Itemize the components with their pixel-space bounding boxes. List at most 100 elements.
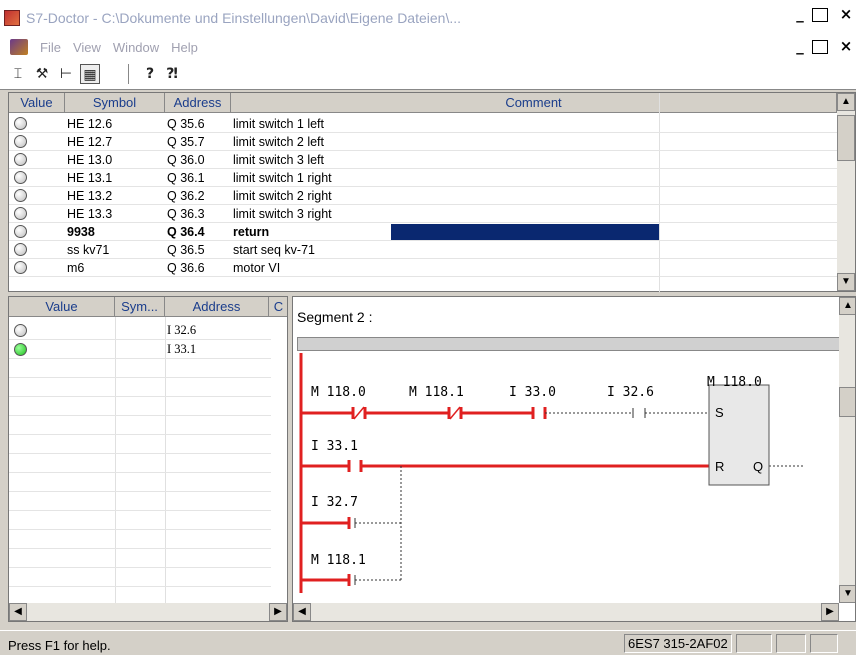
symbol-table-panel: Value Symbol Address Comment HE 12.6 Q 3… xyxy=(8,92,856,293)
column-header-value[interactable]: Value xyxy=(9,297,115,317)
context-help-icon[interactable]: ⁈ xyxy=(162,64,182,84)
symbol-cell: HE 12.6 xyxy=(67,117,113,131)
address-cell: Q 36.6 xyxy=(167,261,205,275)
status-bar: Press F1 for help. 6ES7 315-2AF02 xyxy=(0,630,856,655)
window-title: S7-Doctor - C:\Dokumente und Einstellung… xyxy=(26,10,462,26)
status-led-icon xyxy=(14,135,27,148)
comment-cell: start seq kv-71 xyxy=(233,243,315,257)
symbol-cell: HE 13.2 xyxy=(67,189,113,203)
status-pane xyxy=(776,634,806,653)
list-item[interactable]: I 33.1 xyxy=(9,340,271,359)
comment-cell: limit switch 1 left xyxy=(233,117,324,131)
list-item xyxy=(9,530,271,549)
mdi-restore-button[interactable] xyxy=(812,40,828,54)
table-row[interactable]: ss kv71 Q 36.5 start seq kv-71 xyxy=(9,241,837,259)
module-icon[interactable]: ▦ xyxy=(80,64,100,84)
text-cursor-icon[interactable]: ⌶ xyxy=(8,64,28,84)
table-row[interactable]: HE 12.7 Q 35.7 limit switch 2 left xyxy=(9,133,837,151)
symbol-cell: HE 12.7 xyxy=(67,135,113,149)
status-led-on-icon xyxy=(14,343,27,356)
scroll-up-arrow-icon[interactable]: ▲ xyxy=(839,297,855,315)
column-header-symbol[interactable]: Symbol xyxy=(65,93,165,113)
address-cell: Q 35.6 xyxy=(167,117,205,131)
list-item xyxy=(9,397,271,416)
ladder-diagram xyxy=(299,353,803,593)
mdi-close-button[interactable]: × xyxy=(836,38,856,56)
document-icon[interactable] xyxy=(10,39,28,55)
address-cell: Q 36.5 xyxy=(167,243,205,257)
scroll-left-arrow-icon[interactable]: ◀ xyxy=(293,603,311,621)
ladder-diagram-panel: Segment 2 : M 118.0 M 118.1 I 33.0 I 32.… xyxy=(292,296,856,622)
column-header-symbol[interactable]: Sym... xyxy=(115,297,165,317)
scroll-up-arrow-icon[interactable]: ▲ xyxy=(837,93,855,111)
status-led-icon xyxy=(14,225,27,238)
table-row[interactable]: m6 Q 36.6 motor VI xyxy=(9,259,837,277)
horizontal-scrollbar[interactable]: ◀ ▶ xyxy=(9,603,287,621)
column-header-comment[interactable]: Comment xyxy=(231,93,837,113)
list-item xyxy=(9,511,271,530)
vertical-scrollbar[interactable]: ▲ ▼ xyxy=(839,297,855,603)
table-row[interactable]: HE 13.2 Q 36.2 limit switch 2 right xyxy=(9,187,837,205)
status-led-icon xyxy=(14,189,27,202)
list-item xyxy=(9,454,271,473)
scroll-right-arrow-icon[interactable]: ▶ xyxy=(269,603,287,621)
minimize-button[interactable]: _ xyxy=(790,6,810,24)
address-cell: Q 36.1 xyxy=(167,171,205,185)
comment-cell: limit switch 1 right xyxy=(233,171,332,185)
address-cell: Q 36.2 xyxy=(167,189,205,203)
table-row-selected[interactable]: 9938 Q 36.4 return xyxy=(9,223,837,241)
list-item xyxy=(9,473,271,492)
title-bar[interactable]: S7-Doctor - C:\Dokumente und Einstellung… xyxy=(0,0,856,36)
list-item xyxy=(9,568,271,587)
status-led-icon xyxy=(14,261,27,274)
column-header-address[interactable]: Address xyxy=(165,93,231,113)
table-row[interactable]: HE 13.0 Q 36.0 limit switch 3 left xyxy=(9,151,837,169)
comment-cell: limit switch 2 left xyxy=(233,135,324,149)
list-item xyxy=(9,435,271,454)
symbol-cell: 9938 xyxy=(67,225,95,239)
column-header-value[interactable]: Value xyxy=(9,93,65,113)
column-header-comment[interactable]: C xyxy=(269,297,287,317)
vertical-scrollbar[interactable]: ▲ ▼ xyxy=(837,93,855,291)
comment-cell: limit switch 3 left xyxy=(233,153,324,167)
menu-file[interactable]: File xyxy=(40,40,61,55)
scroll-down-arrow-icon[interactable]: ▼ xyxy=(839,585,855,603)
table-row[interactable]: HE 12.6 Q 35.6 limit switch 1 left xyxy=(9,115,837,133)
menu-view[interactable]: View xyxy=(73,40,101,55)
toolbar-separator xyxy=(128,64,130,84)
close-button[interactable]: × xyxy=(836,6,856,24)
menu-bar: File View Window Help _ × xyxy=(0,36,856,58)
table-row[interactable]: HE 13.3 Q 36.3 limit switch 3 right xyxy=(9,205,837,223)
symbol-cell: HE 13.0 xyxy=(67,153,113,167)
contact-label: M 118.1 xyxy=(311,553,366,568)
list-item xyxy=(9,492,271,511)
status-led-icon xyxy=(14,243,27,256)
status-pane xyxy=(736,634,772,653)
selection-highlight xyxy=(391,224,659,240)
horizontal-scrollbar[interactable]: ◀ ▶ xyxy=(293,603,839,621)
list-item[interactable]: I 32.6 xyxy=(9,321,271,340)
address-cell: Q 36.4 xyxy=(167,225,205,239)
scroll-left-arrow-icon[interactable]: ◀ xyxy=(9,603,27,621)
column-header-address[interactable]: Address xyxy=(165,297,269,317)
mdi-minimize-button[interactable]: _ xyxy=(790,38,810,56)
comment-cell: limit switch 3 right xyxy=(233,207,332,221)
menu-help[interactable]: Help xyxy=(171,40,198,55)
segment-comment-bar[interactable] xyxy=(297,337,841,351)
symbol-cell: m6 xyxy=(67,261,85,275)
scroll-thumb[interactable] xyxy=(839,387,855,417)
menu-window[interactable]: Window xyxy=(113,40,159,55)
comment-cell: limit switch 2 right xyxy=(233,189,332,203)
scroll-thumb[interactable] xyxy=(837,115,855,161)
table-row[interactable]: HE 13.1 Q 36.1 limit switch 1 right xyxy=(9,169,837,187)
settings-tool-icon[interactable]: ⚒ xyxy=(32,64,52,84)
app-icon[interactable] xyxy=(4,10,20,26)
toolbar: ⌶ ⚒ ⊢ ▦ ? ⁈ xyxy=(0,58,856,90)
watch-list-panel: Value Sym... Address C I 32.6 I 33.1 ◀ ▶ xyxy=(8,296,288,622)
help-icon[interactable]: ? xyxy=(140,64,160,84)
scroll-down-arrow-icon[interactable]: ▼ xyxy=(837,273,855,291)
status-led-icon xyxy=(14,171,27,184)
tree-icon[interactable]: ⊢ xyxy=(56,64,76,84)
scroll-right-arrow-icon[interactable]: ▶ xyxy=(821,603,839,621)
maximize-button[interactable] xyxy=(812,8,828,22)
